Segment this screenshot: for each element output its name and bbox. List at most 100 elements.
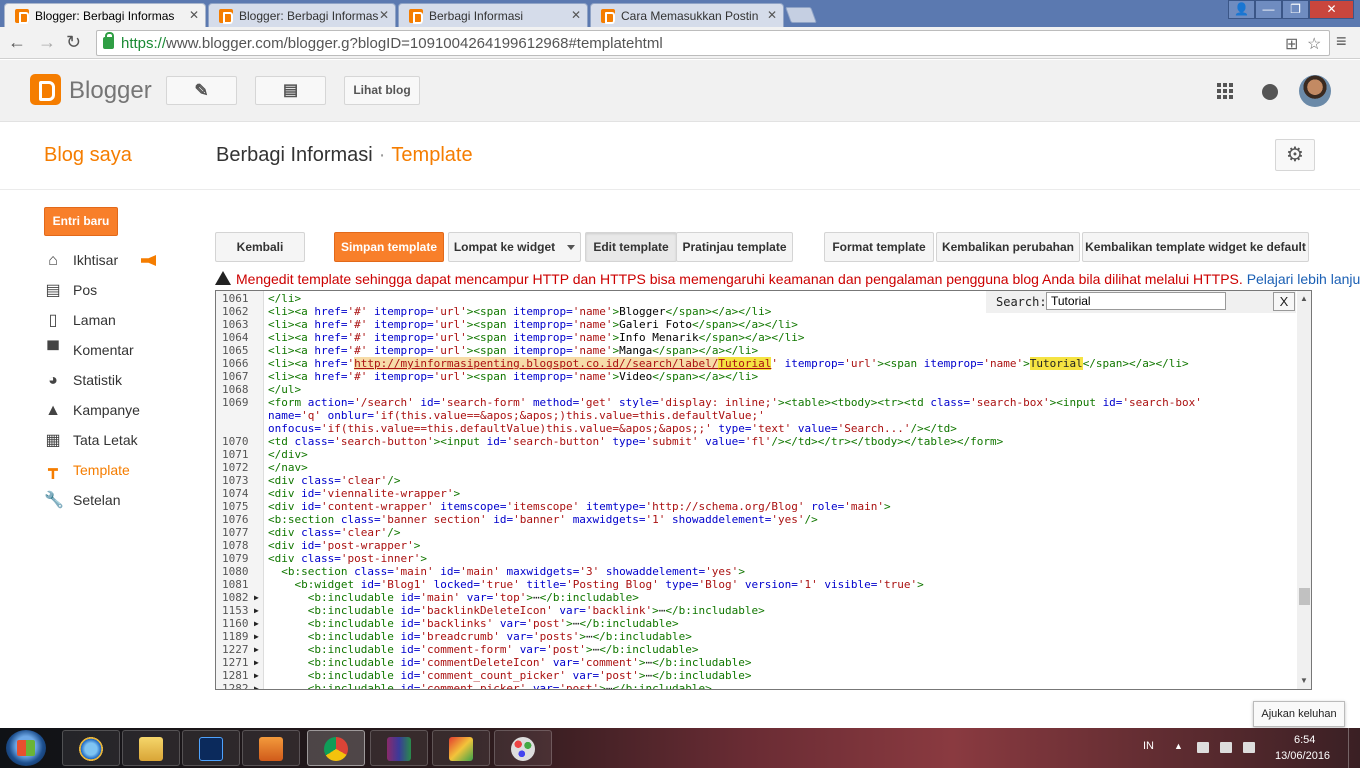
- edit-template-button[interactable]: Edit template: [585, 232, 677, 262]
- sidebar-item-layout[interactable]: ▦ Tata Letak: [44, 430, 194, 452]
- apps-grid-icon[interactable]: [1217, 83, 1233, 99]
- media-player-icon: [259, 737, 283, 761]
- revert-changes-button[interactable]: Kembalikan perubahan: [936, 232, 1080, 262]
- star-icon[interactable]: ☆: [1307, 34, 1321, 54]
- sidebar-item-overview[interactable]: ⌂ Ikhtisar: [44, 250, 194, 272]
- code-line: onfocus='if(this.value==this.defaultValu…: [216, 422, 1296, 435]
- line-number: 1066: [222, 357, 249, 370]
- sidebar-item-pages[interactable]: ▯ Laman: [44, 310, 194, 332]
- network-icon[interactable]: [1220, 742, 1232, 753]
- code-text: <li><a href='http://myinformasipenting.b…: [268, 357, 1189, 370]
- expand-arrow-icon[interactable]: ▶: [254, 604, 259, 617]
- expand-arrow-icon[interactable]: ▶: [254, 591, 259, 604]
- code-text: <div id='content-wrapper' itemscope='ite…: [268, 500, 891, 513]
- restore-icon[interactable]: ❐: [1282, 0, 1309, 19]
- sidebar-item-settings[interactable]: 🔧 Setelan: [44, 490, 194, 512]
- save-template-button[interactable]: Simpan template: [334, 232, 444, 262]
- new-tab-button[interactable]: [785, 7, 817, 23]
- browser-tab-3[interactable]: Berbagi Informasi ✕: [398, 3, 588, 27]
- new-post-pencil-button[interactable]: ✎: [166, 76, 237, 105]
- minimize-icon[interactable]: —: [1255, 0, 1282, 19]
- browser-tab-1[interactable]: Blogger: Berbagi Informas ✕: [4, 3, 206, 27]
- blogger-logo-icon[interactable]: [30, 74, 61, 105]
- code-line: 1076 <b:section class='banner section' id…: [216, 513, 1296, 526]
- jump-to-widget-dropdown[interactable]: Lompat ke widget: [448, 232, 581, 262]
- code-text: <b:widget id='Blog1' locked='true' title…: [294, 578, 924, 591]
- close-tab-icon[interactable]: ✕: [189, 8, 199, 22]
- close-window-icon[interactable]: ✕: [1309, 0, 1354, 19]
- expand-arrow-icon[interactable]: ▶: [254, 617, 259, 630]
- code-text: <b:includable id='breadcrumb' var='posts…: [307, 630, 692, 643]
- avatar[interactable]: [1299, 75, 1331, 107]
- code-text: </nav>: [268, 461, 308, 474]
- chevron-down-icon: [567, 245, 576, 251]
- sidebar-item-posts[interactable]: ▤ Pos: [44, 280, 194, 302]
- code-line: 1079 <div class='post-inner'>: [216, 552, 1296, 565]
- taskbar-explorer[interactable]: [122, 730, 180, 766]
- address-bar[interactable]: https://www.blogger.com/blogger.g?blogID…: [96, 30, 1330, 56]
- notification-bell-icon[interactable]: [1262, 84, 1278, 100]
- taskbar-paint[interactable]: [494, 730, 552, 766]
- close-tab-icon[interactable]: ✕: [379, 8, 389, 22]
- code-text: <b:includable id='backlinks' var='post'>…: [307, 617, 679, 630]
- language-indicator[interactable]: IN: [1143, 740, 1154, 752]
- taskbar-chrome[interactable]: [307, 730, 365, 766]
- template-code-editor[interactable]: 1061 </li> 1062 <li><a href='#' itemprop='…: [215, 290, 1312, 690]
- flag-icon[interactable]: [1197, 742, 1209, 753]
- format-template-button[interactable]: Format template: [824, 232, 934, 262]
- my-blogs-link[interactable]: Blog saya: [44, 144, 132, 167]
- taskbar-ie[interactable]: [62, 730, 120, 766]
- taskbar-photoshop[interactable]: [182, 730, 240, 766]
- view-blog-button[interactable]: Lihat blog: [344, 76, 420, 105]
- sidebar-item-comments[interactable]: ▀ Komentar: [44, 340, 194, 362]
- clock-time[interactable]: 6:54: [1294, 734, 1315, 746]
- scroll-down-icon[interactable]: ▼: [1300, 676, 1308, 685]
- back-arrow-icon[interactable]: ←: [8, 32, 26, 53]
- title-separator: ·: [378, 144, 386, 166]
- expand-arrow-icon[interactable]: ▶: [254, 682, 259, 689]
- preview-template-button[interactable]: Pratinjau template: [676, 232, 793, 262]
- close-search-button[interactable]: X: [1273, 292, 1295, 311]
- expand-arrow-icon[interactable]: ▶: [254, 669, 259, 682]
- new-post-button[interactable]: Entri baru: [44, 207, 118, 236]
- forward-arrow-icon[interactable]: →: [38, 32, 56, 53]
- show-hidden-icons-icon[interactable]: ▲: [1174, 741, 1186, 752]
- translate-icon[interactable]: ⊞: [1285, 34, 1298, 54]
- sidebar-item-stats[interactable]: ◕ Statistik: [44, 370, 194, 392]
- send-feedback-tooltip[interactable]: Ajukan keluhan: [1253, 701, 1345, 727]
- expand-arrow-icon[interactable]: ▶: [254, 630, 259, 643]
- expand-arrow-icon[interactable]: ▶: [254, 643, 259, 656]
- line-number: 1079: [222, 552, 249, 565]
- browser-tab-2[interactable]: Blogger: Berbagi Informas ✕: [208, 3, 396, 27]
- posts-icon: ▤: [45, 282, 61, 299]
- scroll-up-icon[interactable]: ▲: [1300, 294, 1308, 303]
- code-text: <li><a href='#' itemprop='url'><span ite…: [268, 344, 759, 357]
- sidebar-item-template[interactable]: ┳ Template: [44, 460, 194, 482]
- blogger-favicon-icon: [15, 9, 29, 24]
- reload-icon[interactable]: ↻: [66, 32, 81, 53]
- posts-list-button[interactable]: ▤: [255, 76, 326, 105]
- close-tab-icon[interactable]: ✕: [767, 8, 777, 22]
- close-tab-icon[interactable]: ✕: [571, 8, 581, 22]
- scroll-thumb[interactable]: [1299, 588, 1310, 605]
- volume-icon[interactable]: [1243, 742, 1255, 753]
- settings-gear-button[interactable]: ⚙: [1275, 139, 1315, 171]
- taskbar-antivirus[interactable]: [432, 730, 490, 766]
- taskbar-winrar[interactable]: [370, 730, 428, 766]
- show-desktop-button[interactable]: [1348, 728, 1360, 768]
- code-text: <b:section class='main' id='main' maxwid…: [281, 565, 745, 578]
- expand-arrow-icon[interactable]: ▶: [254, 656, 259, 669]
- clock-date[interactable]: 13/06/2016: [1275, 750, 1330, 762]
- revert-widget-templates-button[interactable]: Kembalikan template widget ke default: [1082, 232, 1309, 262]
- browser-tab-4[interactable]: Cara Memasukkan Postin ✕: [590, 3, 784, 27]
- editor-scrollbar[interactable]: ▲ ▼: [1297, 291, 1311, 689]
- start-button[interactable]: [6, 730, 46, 766]
- sidebar-item-campaigns[interactable]: ▲ Kampanye: [44, 400, 194, 422]
- taskbar-media[interactable]: [242, 730, 300, 766]
- code-line: 1069 <form action='/search' id='search-fo…: [216, 396, 1296, 409]
- user-icon[interactable]: 👤: [1228, 0, 1255, 19]
- back-button[interactable]: Kembali: [215, 232, 305, 262]
- chrome-menu-icon[interactable]: ≡: [1336, 31, 1347, 52]
- search-input[interactable]: Tutorial: [1046, 292, 1226, 310]
- learn-more-link[interactable]: Pelajari lebih lanjut.: [1247, 271, 1360, 287]
